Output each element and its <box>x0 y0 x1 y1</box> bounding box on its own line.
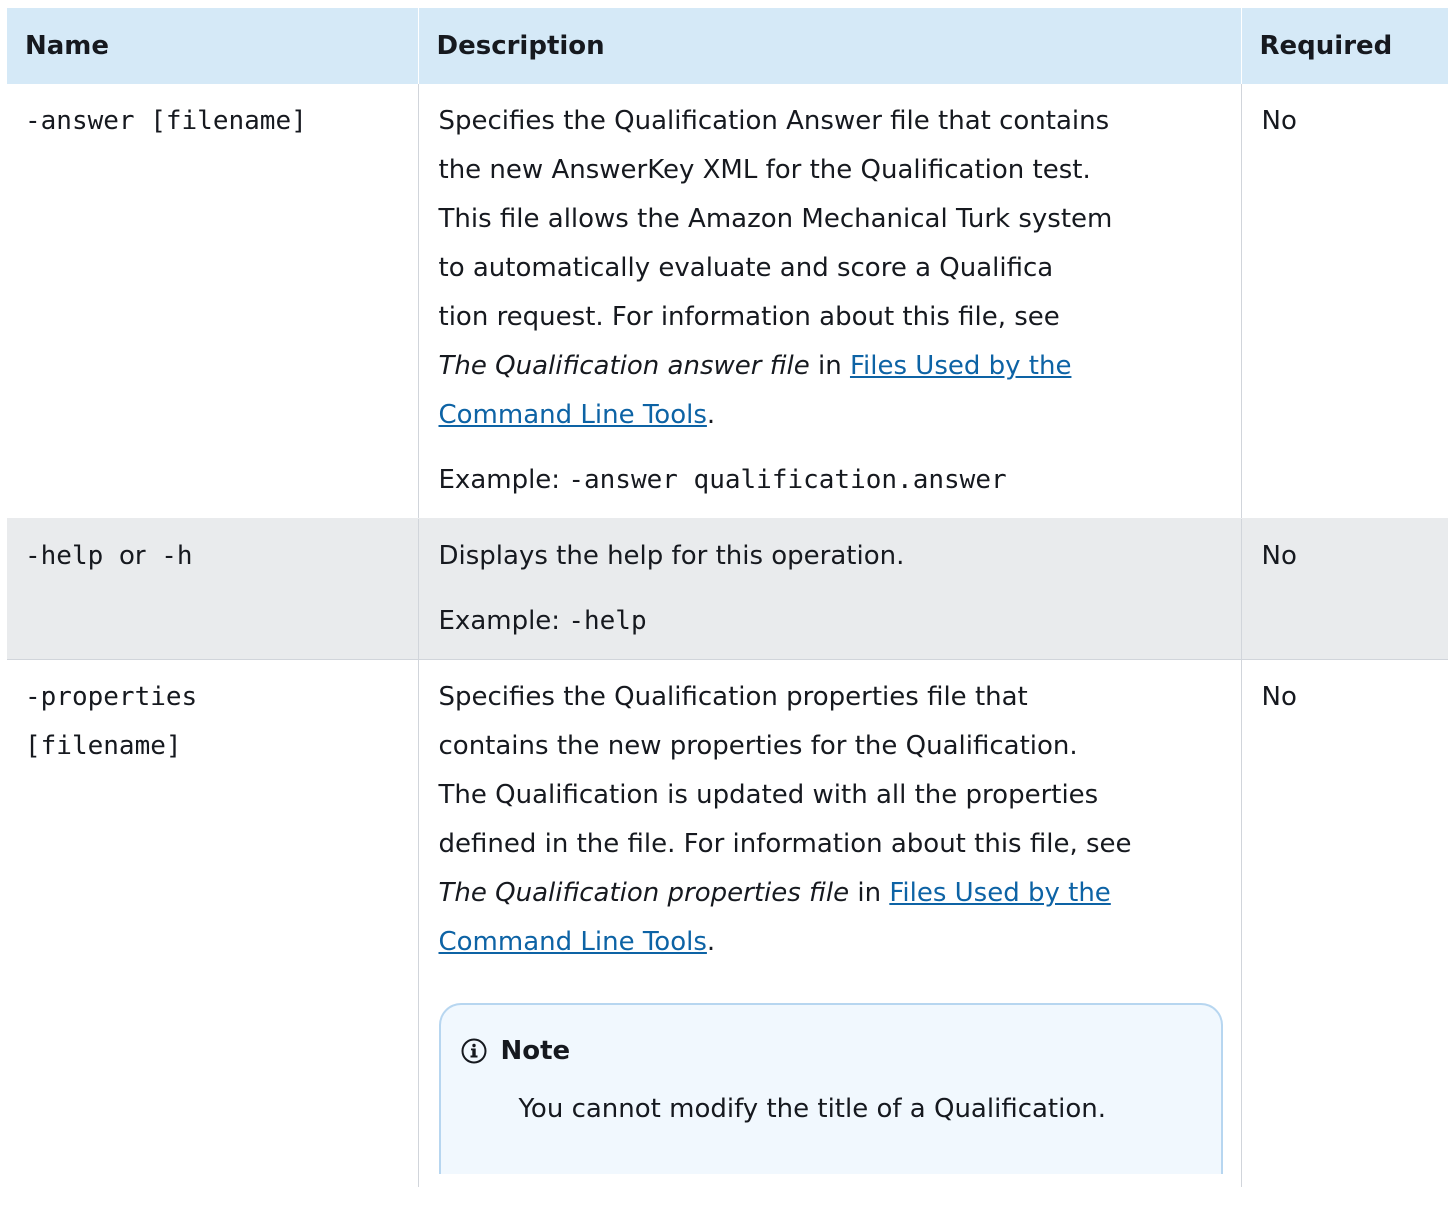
note-body: You cannot modify the title of a Qualifi… <box>518 1094 1107 1124</box>
table-row: -answer [filename] Specifies the Qualifi… <box>7 84 1448 519</box>
param-name-alias: -h <box>161 541 193 571</box>
header-name: Name <box>7 8 419 84</box>
table-row: -properties [filename] Specifies the Qua… <box>7 659 1448 1187</box>
description-line: Specifies the Qualification Answer file … <box>438 106 1110 136</box>
or-text: or <box>118 541 146 571</box>
period: . <box>706 927 716 957</box>
period: . <box>706 400 716 430</box>
ref-in-text: in <box>857 878 882 908</box>
description-paragraph: Specifies the Qualification properties f… <box>439 673 1221 967</box>
param-description: Specifies the Qualification Answer file … <box>417 84 1242 519</box>
description-paragraph: Displays the help for this operation. <box>438 541 905 571</box>
example-code: -help <box>568 606 647 636</box>
param-required: No <box>1240 84 1448 519</box>
parameters-table: Name Description Required -answer [filen… <box>7 8 1448 1187</box>
example-label: Example: <box>438 465 561 495</box>
note-header: Note <box>461 1031 1201 1071</box>
file-reference: The Qualification properties file <box>438 878 850 908</box>
example-label: Example: <box>438 606 561 636</box>
example-code: -answer qualification.answer <box>568 465 1007 495</box>
note-box: Note You cannot modify the title of a Qu… <box>438 1003 1223 1174</box>
header-required: Required <box>1241 8 1448 84</box>
info-circle-icon <box>461 1038 487 1064</box>
header-description: Description <box>418 8 1242 84</box>
description-line: to automatically evaluate and score a Qu… <box>438 253 1054 283</box>
description-line: Specifies the Qualification properties f… <box>438 682 1028 712</box>
param-required: No <box>1240 659 1448 1187</box>
note-title: Note <box>500 1036 571 1066</box>
description-paragraph: Specifies the Qualification Answer file … <box>439 97 1221 440</box>
example-paragraph: Example: -help <box>439 597 1221 646</box>
param-name: -properties [filename] <box>7 659 419 1187</box>
example-paragraph: Example: -answer qualification.answer <box>439 456 1221 505</box>
param-name-text: -help <box>25 541 104 571</box>
table-row: -help or -h Displays the help for this o… <box>7 518 1448 660</box>
page: Name Description Required -answer [filen… <box>0 0 1448 1205</box>
param-required: No <box>1240 518 1448 660</box>
param-name: -help or -h <box>7 518 419 660</box>
description-line: The Qualification is updated with all th… <box>438 780 1099 810</box>
param-description: Displays the help for this operation. Ex… <box>417 518 1242 660</box>
description-line: tion request. For information about this… <box>438 302 1060 332</box>
description-line: the new AnswerKey XML for the Qualificat… <box>438 155 1091 185</box>
description-line: defined in the file. For information abo… <box>438 829 1132 859</box>
file-reference: The Qualification answer file <box>438 351 810 381</box>
description-line: This file allows the Amazon Mechanical T… <box>438 204 1113 234</box>
description-line: contains the new properties for the Qual… <box>438 731 1078 761</box>
param-name-arg: [filename] <box>25 731 182 761</box>
table-header: Name Description Required <box>7 8 1448 84</box>
ref-in-text: in <box>818 351 842 381</box>
param-name-text: -answer [filename] <box>25 106 307 136</box>
param-description: Specifies the Qualification properties f… <box>417 659 1242 1187</box>
param-name-text: -properties <box>25 682 198 712</box>
param-name: -answer [filename] <box>7 84 419 519</box>
